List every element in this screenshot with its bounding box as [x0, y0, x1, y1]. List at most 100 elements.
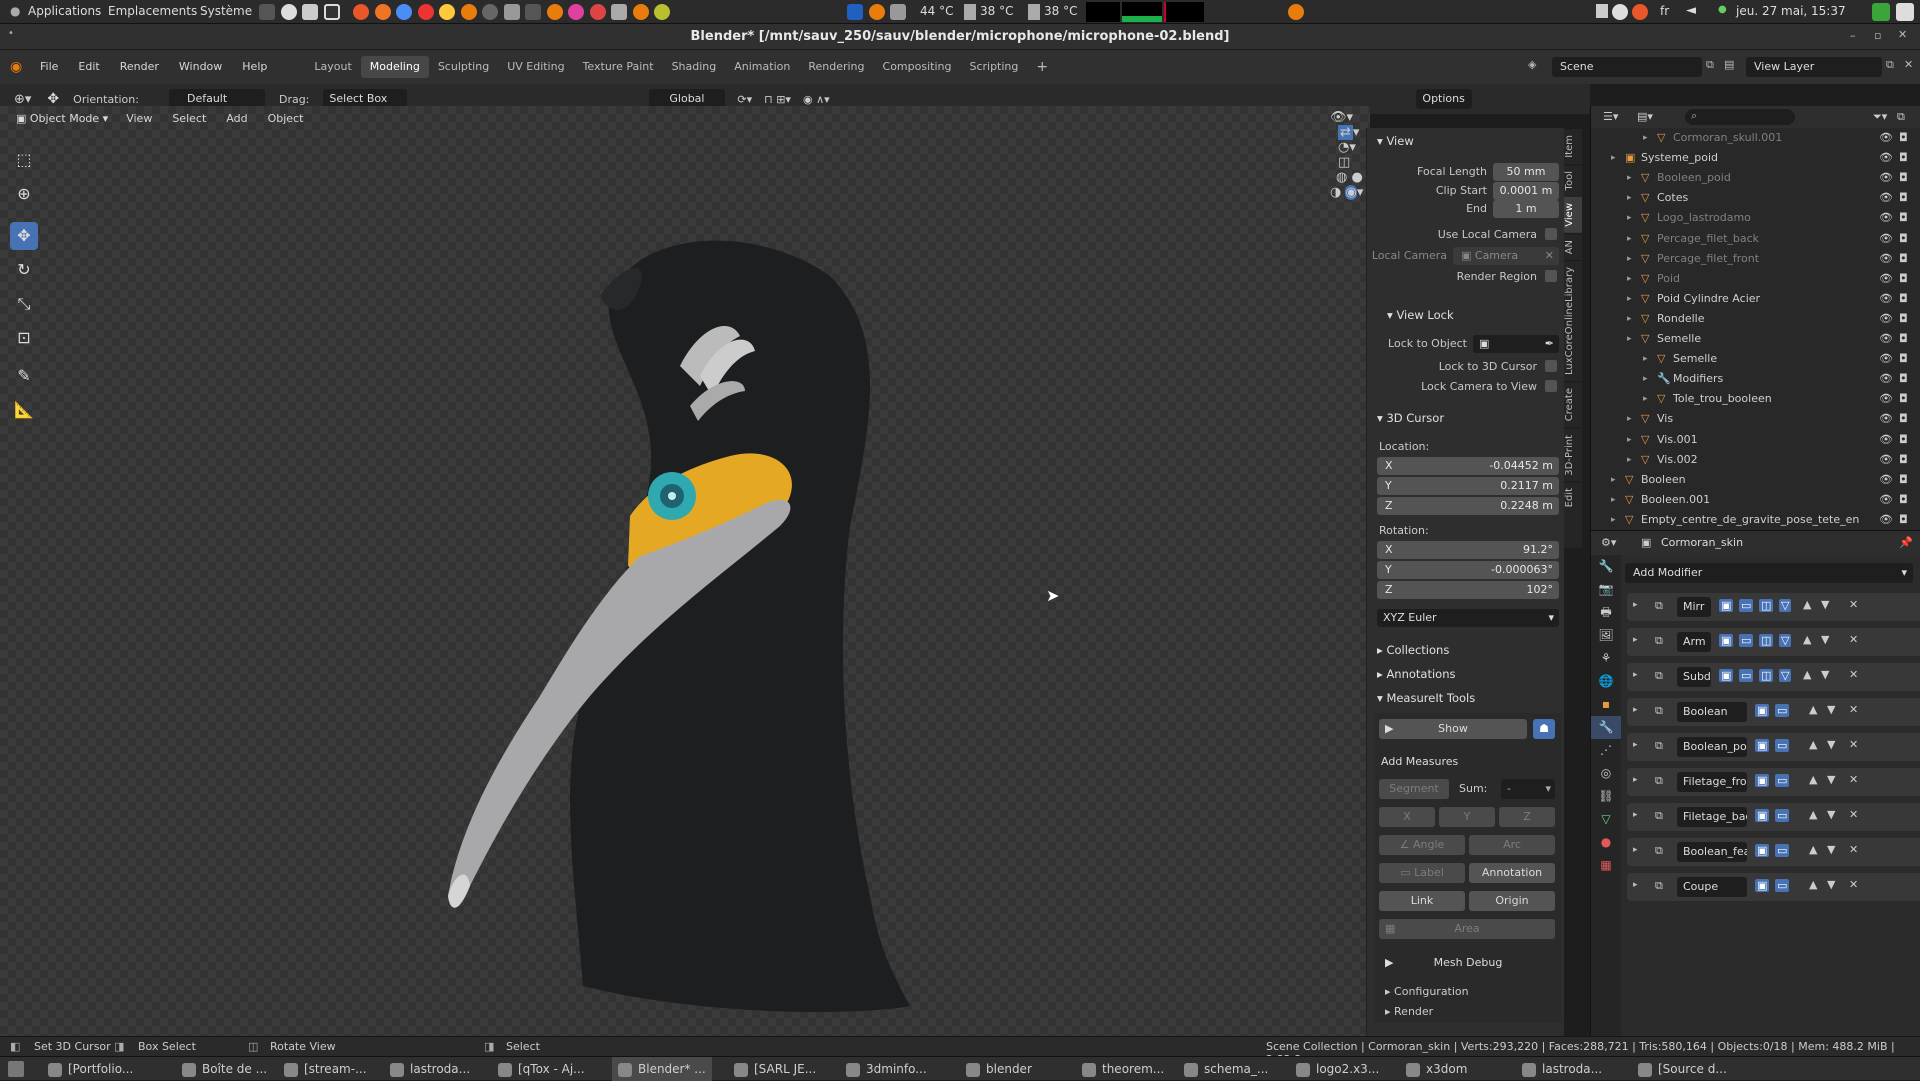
menu-applications[interactable]: Applications: [28, 4, 101, 18]
modifier-panel[interactable]: ▸ ⧉ Arm ▣ ▭ ◫ ▽ ▲ ▼ ✕: [1627, 628, 1920, 656]
expand-arrow-icon[interactable]: ▸: [1627, 249, 1632, 269]
options-dropdown[interactable]: Options: [1415, 89, 1472, 109]
move-up-icon[interactable]: ▲: [1809, 738, 1817, 751]
render-toggle-icon[interactable]: ◘: [1899, 289, 1908, 309]
tab-tool[interactable]: Tool: [1564, 163, 1582, 197]
taskbar-item[interactable]: blender: [966, 1057, 1032, 1081]
terminal-icon[interactable]: [259, 4, 275, 20]
scene-selector[interactable]: Scene: [1552, 57, 1702, 77]
modifier-name-field[interactable]: Filetage_front: [1677, 772, 1747, 792]
modifier-name-field[interactable]: Mirr: [1677, 597, 1711, 617]
taskbar-item[interactable]: lastroda...: [390, 1057, 470, 1081]
app-icon-4[interactable]: [482, 4, 498, 20]
render-toggle-icon[interactable]: ◘: [1899, 148, 1908, 168]
expand-arrow-icon[interactable]: ▸: [1611, 490, 1616, 510]
edit-mode-toggle-icon[interactable]: ▣: [1755, 879, 1770, 892]
modifier-panel[interactable]: ▸ ⧉ Boolean ▣ ▭ ▲ ▼ ✕: [1627, 698, 1920, 726]
expand-arrow-icon[interactable]: ▸: [1627, 309, 1632, 329]
remove-modifier-icon[interactable]: ✕: [1849, 878, 1858, 891]
move-down-icon[interactable]: ▼: [1821, 633, 1829, 646]
outliner-row[interactable]: ▸ ▽ Percage_filet_back 👁 ◘: [1591, 229, 1920, 249]
measure-tool-button[interactable]: 📐: [10, 396, 38, 424]
app-icon-10[interactable]: [847, 4, 863, 20]
menu-edit[interactable]: Edit: [68, 56, 109, 78]
add-modifier-dropdown[interactable]: Add Modifier ▾: [1625, 563, 1913, 583]
outliner-row[interactable]: ▸ ▽ Percage_filet_front 👁 ◘: [1591, 249, 1920, 269]
blender-tray-icon[interactable]: [1288, 4, 1304, 20]
arc-button[interactable]: Arc: [1469, 835, 1555, 855]
cursor-tool-button[interactable]: ⊕: [10, 180, 38, 208]
outliner-row[interactable]: ▸ ▽ Cotes 👁 ◘: [1591, 188, 1920, 208]
app-icon-9[interactable]: [654, 4, 670, 20]
visibility-eye-icon[interactable]: 👁: [1879, 369, 1893, 389]
annotate-tool-button[interactable]: ✎: [10, 362, 38, 390]
render-toggle-icon[interactable]: ◫: [1759, 669, 1774, 682]
select-box-tool-button[interactable]: ⬚: [10, 146, 38, 174]
expand-arrow-icon[interactable]: ▸: [1627, 168, 1632, 188]
move-up-icon[interactable]: ▲: [1809, 808, 1817, 821]
modifier-name-field[interactable]: Coupe: [1677, 877, 1747, 897]
lock-3d-cursor-checkbox[interactable]: [1545, 360, 1557, 372]
taskbar-item[interactable]: [SARL JE...: [734, 1057, 816, 1081]
menu-file[interactable]: File: [30, 56, 68, 78]
tab-view[interactable]: View: [1564, 196, 1582, 233]
render-toggle-icon[interactable]: ◘: [1899, 470, 1908, 490]
cursor-loc-z[interactable]: Z 0.2248 m: [1377, 497, 1559, 515]
expand-modifier-icon[interactable]: ▸: [1633, 670, 1638, 680]
taskbar-item[interactable]: theorem...: [1082, 1057, 1164, 1081]
view-section-header[interactable]: ▾ View: [1377, 134, 1414, 148]
viewport-toggle-icon[interactable]: ▭: [1775, 809, 1790, 822]
expand-arrow-icon[interactable]: ▸: [1643, 128, 1648, 148]
visibility-eye-icon[interactable]: 👁: [1879, 128, 1893, 148]
visibility-eye-icon[interactable]: 👁: [1879, 329, 1893, 349]
rendered-shading-icon[interactable]: ◉: [1345, 185, 1357, 200]
menu-select[interactable]: Select: [162, 108, 216, 130]
move-down-icon[interactable]: ▼: [1821, 668, 1829, 681]
display-mode-icon[interactable]: ▤▾: [1637, 110, 1653, 123]
tab-modeling[interactable]: Modeling: [360, 56, 429, 78]
outliner-row[interactable]: ▸ ▽ Semelle 👁 ◘: [1591, 349, 1920, 369]
outliner-row[interactable]: ▸ ▽ Poid 👁 ◘: [1591, 269, 1920, 289]
expand-modifier-icon[interactable]: ▸: [1633, 810, 1638, 820]
xray-icon[interactable]: ◫: [1338, 155, 1350, 170]
cage-toggle-icon[interactable]: ▽: [1779, 669, 1792, 682]
pivot-icon[interactable]: ⟳▾: [737, 93, 752, 106]
taskbar-item[interactable]: Boîte de ...: [182, 1057, 267, 1081]
outliner-row[interactable]: ▸ 🔧 Modifiers 👁 ◘: [1591, 369, 1920, 389]
outliner-editor-icon[interactable]: ☰▾: [1603, 110, 1618, 123]
move-tool-button[interactable]: ✥: [10, 222, 38, 250]
edit-mode-toggle-icon[interactable]: ▣: [1755, 774, 1770, 787]
viewport-toggle-icon[interactable]: ▭: [1775, 879, 1790, 892]
power-icon[interactable]: [1896, 3, 1914, 21]
render-toggle-icon[interactable]: ◘: [1899, 369, 1908, 389]
tab-texture-paint[interactable]: Texture Paint: [574, 56, 663, 78]
visibility-eye-icon[interactable]: 👁: [1879, 349, 1893, 369]
edit-mode-toggle-icon[interactable]: ▣: [1719, 599, 1734, 612]
3d-cursor-header[interactable]: ▾ 3D Cursor: [1377, 411, 1444, 425]
move-down-icon[interactable]: ▼: [1821, 598, 1829, 611]
move-down-icon[interactable]: ▼: [1827, 773, 1835, 786]
visibility-eye-icon[interactable]: 👁: [1879, 490, 1893, 510]
tab-sculpting[interactable]: Sculpting: [429, 56, 498, 78]
modifier-panel[interactable]: ▸ ⧉ Subd ▣ ▭ ◫ ▽ ▲ ▼ ✕: [1627, 663, 1920, 691]
remove-modifier-icon[interactable]: ✕: [1849, 843, 1858, 856]
transform-tool-button[interactable]: ⊡: [10, 324, 38, 352]
use-local-camera-checkbox[interactable]: [1545, 228, 1557, 240]
app-icon-2[interactable]: [417, 4, 434, 20]
modifier-panel[interactable]: ▸ ⧉ Boolean_fea... ▣ ▭ ▲ ▼ ✕: [1627, 838, 1920, 866]
new-scene-icon[interactable]: ⧉: [1706, 58, 1714, 72]
modifier-panel[interactable]: ▸ ⧉ Boolean_poid ▣ ▭ ▲ ▼ ✕: [1627, 733, 1920, 761]
taskbar-item[interactable]: lastroda...: [1522, 1057, 1602, 1081]
expand-arrow-icon[interactable]: ▸: [1627, 329, 1632, 349]
outliner-row[interactable]: ▸ ▽ Booleen.001 👁 ◘: [1591, 490, 1920, 510]
expand-arrow-icon[interactable]: ▸: [1627, 208, 1632, 228]
visibility-eye-icon[interactable]: 👁: [1879, 450, 1893, 470]
render-toggle-icon[interactable]: ◘: [1899, 490, 1908, 510]
app-icon[interactable]: [323, 4, 340, 20]
modifier-panel[interactable]: ▸ ⧉ Mirr ▣ ▭ ◫ ▽ ▲ ▼ ✕: [1627, 593, 1920, 621]
local-camera-field[interactable]: ▣ Camera ✕: [1453, 247, 1559, 265]
edit-mode-toggle-icon[interactable]: ▣: [1755, 844, 1770, 857]
menu-help[interactable]: Help: [232, 56, 277, 78]
annotations-header[interactable]: ▸ Annotations: [1377, 667, 1456, 681]
add-workspace-button[interactable]: +: [1027, 56, 1057, 78]
